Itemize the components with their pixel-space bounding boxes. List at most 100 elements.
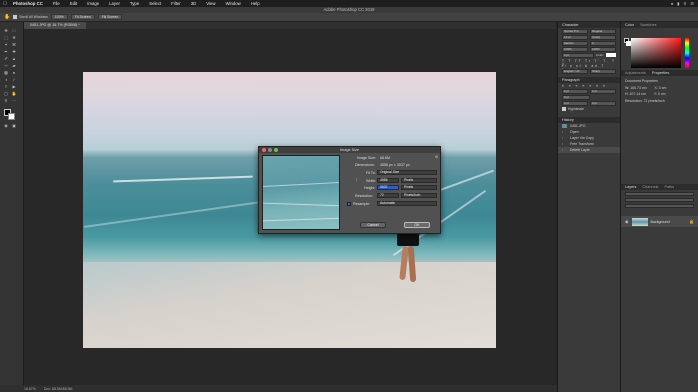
indent-left-input[interactable]: 0 pt [562, 89, 588, 94]
clone-stamp-tool-icon[interactable]: ▲ [11, 56, 17, 61]
hue-slider[interactable] [685, 38, 689, 68]
align-icons[interactable]: ≡ ≡ ≡ ≡ ≡ ≡ ≡ [562, 84, 607, 88]
tab-paragraph[interactable]: Paragraph [562, 77, 580, 83]
height-input[interactable]: 3037 [377, 185, 399, 190]
blur-tool-icon[interactable]: ● [11, 70, 17, 75]
tab-layers[interactable]: Layers [625, 184, 636, 190]
search-icon[interactable]: ⚲ [683, 1, 686, 6]
menu-select[interactable]: Select [144, 1, 166, 6]
path-select-tool-icon[interactable]: ▶ [11, 84, 17, 89]
zoom-level[interactable]: 16.67% [24, 387, 36, 391]
wifi-icon[interactable]: ● [671, 1, 673, 6]
hand-tool-icon[interactable]: ✋ [4, 14, 10, 20]
layer-row-background[interactable]: ◉ Background 🔒 [621, 216, 698, 227]
resample-checkbox[interactable] [347, 202, 351, 206]
tracking-select[interactable]: 0 [590, 41, 616, 46]
minimize-window-icon[interactable] [268, 148, 272, 152]
layer-filter-select[interactable] [625, 192, 694, 196]
indent-first-line-input[interactable]: 0 pt [562, 95, 590, 100]
leading-select[interactable]: (Auto) [590, 35, 616, 40]
menu-filter[interactable]: Filter [166, 1, 186, 6]
eraser-tool-icon[interactable]: ▰ [11, 63, 17, 68]
resolution-input[interactable]: 72 [377, 193, 399, 198]
x-property[interactable]: X: 0 cm [655, 86, 667, 90]
resample-select[interactable]: Automatic [377, 201, 437, 206]
menu-type[interactable]: Type [125, 1, 144, 6]
vertical-scale-input[interactable]: 100% [562, 47, 588, 52]
fit-to-select[interactable]: Original Size [377, 170, 437, 175]
app-menu[interactable]: Photoshop CC [8, 1, 48, 6]
zoom-tool-icon[interactable]: ⚲ [3, 98, 9, 103]
ok-button[interactable]: OK [404, 222, 430, 228]
move-tool-icon[interactable]: ✥ [3, 28, 9, 33]
menu-file[interactable]: File [48, 1, 65, 6]
tab-properties[interactable]: Properties [652, 70, 669, 76]
blend-mode-select[interactable] [625, 198, 694, 202]
menu-image[interactable]: Image [82, 1, 104, 6]
y-property[interactable]: Y: 0 cm [654, 92, 666, 96]
height-unit-select[interactable]: Pixels [401, 185, 437, 190]
artboard-tool-icon[interactable]: □ [11, 28, 17, 33]
type-tool-icon[interactable]: T [3, 84, 9, 89]
faux-style-icons[interactable]: T T TT Tr T' T, T Ŧ [562, 59, 616, 67]
pen-tool-icon[interactable]: ✓ [11, 77, 17, 82]
indent-right-input[interactable]: 0 pt [590, 89, 616, 94]
tab-document[interactable]: 0451.JPG @ 16.7% (RGB/8) * [24, 22, 86, 29]
hyphenate-checkbox[interactable] [562, 107, 566, 111]
history-item[interactable]: ▫ Delete Layer [558, 147, 620, 153]
quick-select-tool-icon[interactable]: ✶ [3, 42, 9, 47]
resolution-unit-select[interactable]: Pixels/Inch [401, 193, 437, 198]
menu-icon[interactable]: ☰ [690, 1, 694, 6]
visibility-eye-icon[interactable]: ◉ [625, 219, 629, 224]
baseline-shift-input[interactable]: 0 pt [562, 53, 594, 58]
tab-paths[interactable]: Paths [664, 184, 674, 190]
language-select[interactable]: English: UK [562, 69, 588, 74]
lock-row[interactable] [625, 204, 694, 208]
eyedropper-tool-icon[interactable]: ✒ [3, 49, 9, 54]
font-style-select[interactable]: Regular [590, 29, 616, 34]
cancel-button[interactable]: Cancel [360, 222, 386, 228]
more-tools-icon[interactable]: ⋯ [11, 98, 17, 103]
menu-layer[interactable]: Layer [104, 1, 125, 6]
anti-alias-select[interactable]: Sharp [590, 69, 616, 74]
zoom-100-button[interactable]: 100% [50, 14, 68, 20]
lasso-tool-icon[interactable]: ✼ [11, 35, 17, 40]
tab-adjustments[interactable]: Adjustments [625, 70, 646, 76]
width-property[interactable]: W: 160.73 cm [625, 86, 647, 90]
screen-mode-icon[interactable]: ▣ [11, 123, 17, 128]
gradient-tool-icon[interactable]: ▩ [3, 70, 9, 75]
opentype-icons[interactable]: fi ɞ st A ad T 1st ½ [562, 64, 616, 72]
menu-help[interactable]: Help [246, 1, 265, 6]
fill-screen-button[interactable]: Fill Screen [97, 14, 123, 20]
healing-brush-tool-icon[interactable]: ✚ [11, 49, 17, 54]
dodge-tool-icon[interactable]: ◑ [3, 77, 9, 82]
marquee-tool-icon[interactable]: ⬚ [3, 35, 9, 40]
brush-tool-icon[interactable]: ✐ [3, 56, 9, 61]
width-unit-select[interactable]: Pixels [401, 178, 437, 183]
text-color-swatch[interactable] [606, 53, 616, 57]
menu-window[interactable]: Window [220, 1, 245, 6]
tab-channels[interactable]: Channels [642, 184, 658, 190]
close-window-icon[interactable] [262, 148, 266, 152]
menu-edit[interactable]: Edit [65, 1, 82, 6]
menu-view[interactable]: View [201, 1, 220, 6]
settings-gear-icon[interactable]: ⚙ [435, 155, 438, 159]
font-size-select[interactable]: 12 pt [562, 35, 588, 40]
background-color-swatch[interactable] [8, 113, 15, 120]
crop-tool-icon[interactable]: ⌘ [11, 42, 17, 47]
scroll-all-windows-checkbox[interactable]: Scroll All Windows [13, 15, 48, 19]
zoom-window-icon[interactable] [274, 148, 278, 152]
link-constrain-icon[interactable]: ⌈ [356, 178, 357, 182]
height-property[interactable]: H: 107.14 cm [625, 92, 646, 96]
width-input[interactable]: 4556 [377, 178, 399, 183]
tab-history[interactable]: History [562, 117, 574, 123]
space-after-input[interactable]: 0 pt [590, 101, 616, 106]
menu-3d[interactable]: 3D [186, 1, 202, 6]
horizontal-scale-input[interactable]: 100% [590, 47, 616, 52]
color-picker-field[interactable] [631, 38, 681, 68]
kerning-select[interactable]: Metrics [562, 41, 588, 46]
tab-character[interactable]: Character [562, 22, 579, 28]
space-before-input[interactable]: 0 pt [562, 101, 588, 106]
fit-screen-button[interactable]: Fit Screen [70, 14, 95, 20]
history-brush-tool-icon[interactable]: ✑ [3, 63, 9, 68]
